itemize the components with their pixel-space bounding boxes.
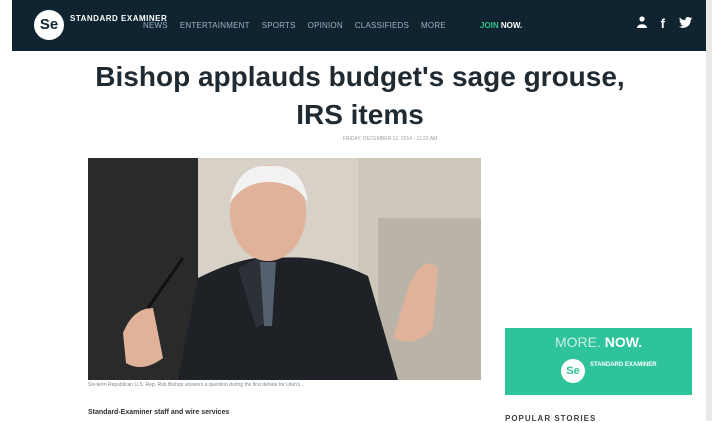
page: Se STANDARD EXAMINER NEWS ENTERTAINMENT … <box>0 0 712 423</box>
promo-brand: STANDARD EXAMINER <box>590 362 657 368</box>
nav-item-news[interactable]: NEWS <box>143 21 168 30</box>
facebook-icon[interactable]: f <box>661 16 665 31</box>
more-now-promo[interactable]: MORE. NOW. Se STANDARD EXAMINER <box>505 328 692 395</box>
photo-caption: Six-term Republican U.S. Rep. Rob Bishop… <box>88 382 305 388</box>
nav-item-more[interactable]: MORE <box>421 21 446 30</box>
promo-headline: MORE. NOW. <box>505 334 692 350</box>
nav-item-opinion[interactable]: OPINION <box>308 21 343 30</box>
user-icon[interactable] <box>636 16 647 31</box>
article-photo[interactable] <box>88 158 481 380</box>
nav-item-entertainment[interactable]: ENTERTAINMENT <box>180 21 250 30</box>
nav-item-classifieds[interactable]: CLASSIFIEDS <box>355 21 409 30</box>
article-byline: Standard-Examiner staff and wire service… <box>88 409 230 416</box>
photo-illustration <box>88 158 481 380</box>
join-label: JOIN <box>480 21 499 30</box>
main-nav: NEWS ENTERTAINMENT SPORTS OPINION CLASSI… <box>143 21 446 30</box>
header-icons: f <box>636 16 692 31</box>
nav-item-sports[interactable]: SPORTS <box>262 21 296 30</box>
promo-more-label: MORE. <box>554 334 601 350</box>
article-title: Bishop applauds budget's sage grouse, IR… <box>95 61 625 130</box>
logo-monogram[interactable]: Se <box>34 10 64 40</box>
article-date: FRIDAY, DECEMBER 12, 2014 - 11:22 AM <box>342 136 438 142</box>
twitter-icon[interactable] <box>679 16 692 31</box>
now-label: NOW. <box>500 21 523 30</box>
right-scroll-edge <box>706 0 712 421</box>
popular-stories-heading: POPULAR STORIES <box>505 414 597 423</box>
promo-now-label: NOW. <box>604 334 643 350</box>
join-now-link[interactable]: JOIN NOW. <box>480 21 522 30</box>
top-navigation-bar: Se STANDARD EXAMINER NEWS ENTERTAINMENT … <box>12 0 708 51</box>
promo-logo: Se <box>561 359 585 383</box>
